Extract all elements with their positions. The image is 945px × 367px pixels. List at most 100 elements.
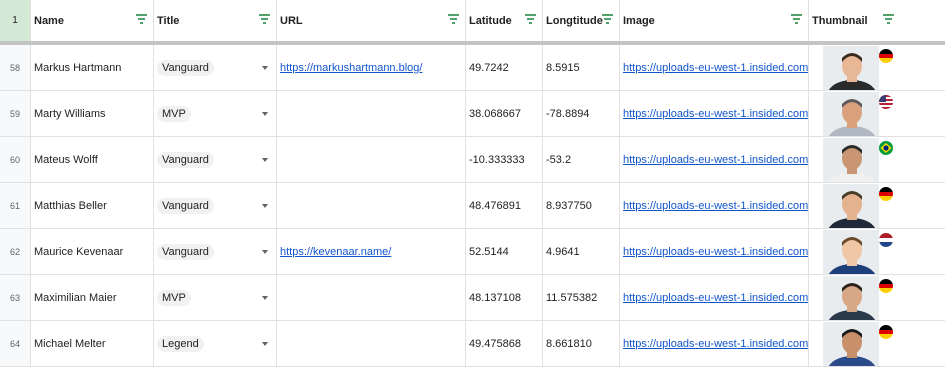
latitude-cell[interactable]: 48.137108 xyxy=(466,275,543,320)
title-dropdown-cell[interactable]: Vanguard xyxy=(154,45,277,90)
row-number[interactable]: 61 xyxy=(0,183,31,228)
image-link[interactable]: https://uploads-eu-west-1.insided.com/ve xyxy=(620,292,808,304)
longtitude-cell[interactable]: 11.575382 xyxy=(543,275,620,320)
filter-icon[interactable] xyxy=(602,14,613,24)
filter-icon[interactable] xyxy=(525,14,536,24)
name-cell[interactable]: Matthias Beller xyxy=(31,183,154,228)
dropdown-arrow-icon[interactable] xyxy=(262,157,268,162)
row-number[interactable]: 60 xyxy=(0,137,31,182)
url-cell[interactable] xyxy=(277,275,466,320)
image-link[interactable]: https://uploads-eu-west-1.insided.com/ve xyxy=(620,154,808,166)
longtitude-cell[interactable]: 8.661810 xyxy=(543,321,620,366)
title-dropdown-cell[interactable]: Vanguard xyxy=(154,137,277,182)
thumbnail-cell[interactable] xyxy=(809,275,895,320)
column-header-latitude[interactable]: Latitude xyxy=(466,0,543,41)
name-cell[interactable]: Markus Hartmann xyxy=(31,45,154,90)
column-header-title[interactable]: Title xyxy=(154,0,277,41)
longtitude-cell[interactable]: -53.2 xyxy=(543,137,620,182)
url-link[interactable]: https://kevenaar.name/ xyxy=(277,246,391,258)
table-row: 58 Markus Hartmann Vanguard https://mark… xyxy=(0,45,945,91)
url-cell[interactable]: https://kevenaar.name/ xyxy=(277,229,466,274)
avatar xyxy=(809,183,895,228)
row-number[interactable]: 58 xyxy=(0,45,31,90)
thumbnail-cell[interactable] xyxy=(809,183,895,228)
column-header-name[interactable]: Name xyxy=(31,0,154,41)
latitude-cell[interactable]: -10.333333 xyxy=(466,137,543,182)
row-number[interactable]: 63 xyxy=(0,275,31,320)
title-chip[interactable]: Vanguard xyxy=(157,243,214,260)
longtitude-cell[interactable]: 4.9641 xyxy=(543,229,620,274)
image-cell[interactable]: https://uploads-eu-west-1.insided.com/ve xyxy=(620,275,809,320)
url-cell[interactable]: https://markushartmann.blog/ xyxy=(277,45,466,90)
url-cell[interactable] xyxy=(277,321,466,366)
dropdown-arrow-icon[interactable] xyxy=(262,111,268,116)
latitude-cell[interactable]: 52.5144 xyxy=(466,229,543,274)
dropdown-arrow-icon[interactable] xyxy=(262,203,268,208)
dropdown-arrow-icon[interactable] xyxy=(262,249,268,254)
column-header-label: Image xyxy=(623,14,655,27)
title-chip[interactable]: MVP xyxy=(157,289,191,306)
title-chip[interactable]: Legend xyxy=(157,335,204,352)
thumbnail-cell[interactable] xyxy=(809,91,895,136)
longtitude-cell[interactable]: -78.8894 xyxy=(543,91,620,136)
image-link[interactable]: https://uploads-eu-west-1.insided.com/ve xyxy=(620,62,808,74)
filter-icon[interactable] xyxy=(448,14,459,24)
dropdown-arrow-icon[interactable] xyxy=(262,295,268,300)
name-cell[interactable]: Maximilian Maier xyxy=(31,275,154,320)
column-header-url[interactable]: URL xyxy=(277,0,466,41)
thumbnail-cell[interactable] xyxy=(809,45,895,90)
filter-icon[interactable] xyxy=(259,14,270,24)
thumbnail-cell[interactable] xyxy=(809,137,895,182)
dropdown-arrow-icon[interactable] xyxy=(262,65,268,70)
title-chip[interactable]: Vanguard xyxy=(157,197,214,214)
name-cell[interactable]: Michael Melter xyxy=(31,321,154,366)
row-number[interactable]: 62 xyxy=(0,229,31,274)
name-cell[interactable]: Maurice Kevenaar xyxy=(31,229,154,274)
title-dropdown-cell[interactable]: Vanguard xyxy=(154,229,277,274)
image-link[interactable]: https://uploads-eu-west-1.insided.com/ve xyxy=(620,246,808,258)
image-cell[interactable]: https://uploads-eu-west-1.insided.com/ve xyxy=(620,137,809,182)
title-dropdown-cell[interactable]: MVP xyxy=(154,91,277,136)
filter-icon[interactable] xyxy=(883,14,894,24)
name-cell[interactable]: Mateus Wolff xyxy=(31,137,154,182)
column-header-image[interactable]: Image xyxy=(620,0,809,41)
image-link[interactable]: https://uploads-eu-west-1.insided.com/ve xyxy=(620,200,808,212)
image-link[interactable]: https://uploads-eu-west-1.insided.com/ve xyxy=(620,108,808,120)
url-cell[interactable] xyxy=(277,91,466,136)
title-dropdown-cell[interactable]: Legend xyxy=(154,321,277,366)
thumbnail-cell[interactable] xyxy=(809,229,895,274)
filter-icon[interactable] xyxy=(136,14,147,24)
latitude-cell[interactable]: 48.476891 xyxy=(466,183,543,228)
table-row: 59 Marty Williams MVP 38.068667 -78.8894… xyxy=(0,91,945,137)
thumbnail-cell[interactable] xyxy=(809,321,895,366)
title-dropdown-cell[interactable]: Vanguard xyxy=(154,183,277,228)
table-row: 64 Michael Melter Legend 49.475868 8.661… xyxy=(0,321,945,367)
name-cell[interactable]: Marty Williams xyxy=(31,91,154,136)
row-number[interactable]: 64 xyxy=(0,321,31,366)
longtitude-cell[interactable]: 8.937750 xyxy=(543,183,620,228)
image-cell[interactable]: https://uploads-eu-west-1.insided.com/ve xyxy=(620,45,809,90)
dropdown-arrow-icon[interactable] xyxy=(262,341,268,346)
latitude-cell[interactable]: 38.068667 xyxy=(466,91,543,136)
url-cell[interactable] xyxy=(277,183,466,228)
column-header-thumbnail[interactable]: Thumbnail xyxy=(809,0,895,41)
image-link[interactable]: https://uploads-eu-west-1.insided.com/ve xyxy=(620,338,808,350)
title-chip[interactable]: Vanguard xyxy=(157,59,214,76)
row-number[interactable]: 59 xyxy=(0,91,31,136)
url-cell[interactable] xyxy=(277,137,466,182)
latitude-cell[interactable]: 49.7242 xyxy=(466,45,543,90)
url-link[interactable]: https://markushartmann.blog/ xyxy=(277,62,422,74)
filter-icon[interactable] xyxy=(791,14,802,24)
title-dropdown-cell[interactable]: MVP xyxy=(154,275,277,320)
column-header-label: URL xyxy=(280,14,303,27)
row-number-header[interactable]: 1 xyxy=(0,0,31,41)
latitude-cell[interactable]: 49.475868 xyxy=(466,321,543,366)
image-cell[interactable]: https://uploads-eu-west-1.insided.com/ve xyxy=(620,91,809,136)
title-chip[interactable]: MVP xyxy=(157,105,191,122)
image-cell[interactable]: https://uploads-eu-west-1.insided.com/ve xyxy=(620,321,809,366)
title-chip[interactable]: Vanguard xyxy=(157,151,214,168)
column-header-longtitude[interactable]: Longtitude xyxy=(543,0,620,41)
longtitude-cell[interactable]: 8.5915 xyxy=(543,45,620,90)
image-cell[interactable]: https://uploads-eu-west-1.insided.com/ve xyxy=(620,229,809,274)
image-cell[interactable]: https://uploads-eu-west-1.insided.com/ve xyxy=(620,183,809,228)
